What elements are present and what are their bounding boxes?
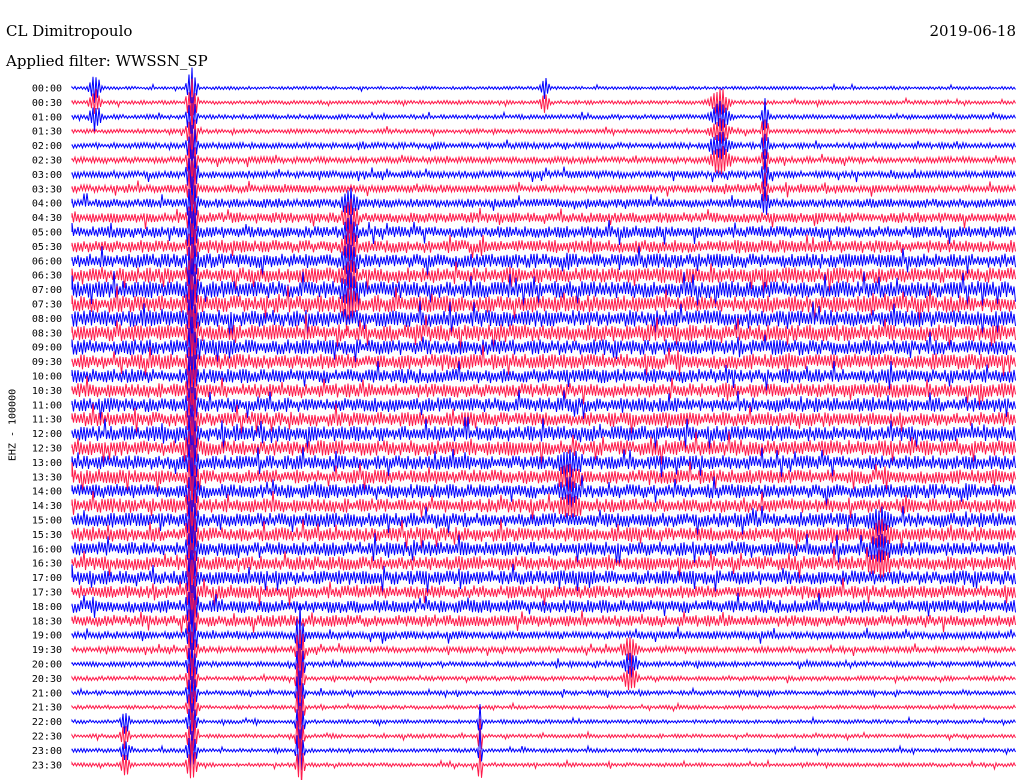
trace-row	[71, 160, 1016, 205]
tick-label: 07:30	[32, 300, 62, 311]
tick-label: 12:00	[32, 429, 62, 440]
tick-label: 23:00	[32, 746, 62, 757]
tick-label: 02:00	[32, 141, 62, 152]
tick-label: 11:00	[32, 400, 62, 411]
tick-label: 09:00	[32, 343, 62, 354]
tick-label: 06:00	[32, 256, 62, 267]
tick-label: 21:00	[32, 688, 62, 699]
tick-label: 17:00	[32, 573, 62, 584]
tick-label: 14:00	[32, 487, 62, 498]
tick-label: 13:00	[32, 458, 62, 469]
tick-label: 06:30	[32, 271, 62, 282]
tick-label: 04:00	[32, 199, 62, 210]
tick-label: 23:30	[32, 760, 62, 771]
tick-label: 18:30	[32, 616, 62, 627]
tick-label: 00:00	[32, 84, 62, 95]
tick-label: 11:30	[32, 415, 62, 426]
tick-label: 16:00	[32, 544, 62, 555]
tick-label: 22:30	[32, 732, 62, 743]
tick-label: 03:00	[32, 170, 62, 181]
tick-label: 20:00	[32, 660, 62, 671]
tick-label: 01:30	[32, 127, 62, 138]
tick-label: 15:30	[32, 530, 62, 541]
tick-label: 08:00	[32, 314, 62, 325]
tick-label: 17:30	[32, 588, 62, 599]
tick-label: 08:30	[32, 328, 62, 339]
tick-label: 03:30	[32, 184, 62, 195]
tick-label: 05:00	[32, 228, 62, 239]
tick-label: 15:00	[32, 516, 62, 527]
tick-label: 16:30	[32, 559, 62, 570]
helicorder-plot: 00:00 00:30 01:00 01:30 02:00 02:30 03:00 03:30…	[32, 67, 1016, 780]
tick-label: 02:30	[32, 156, 62, 167]
tick-label: 04:30	[32, 213, 62, 224]
trace-row	[71, 670, 1016, 713]
tick-label: 12:30	[32, 444, 62, 455]
tick-label: 00:30	[32, 98, 62, 109]
tick-label: 10:00	[32, 372, 62, 383]
tick-label: 19:30	[32, 645, 62, 656]
trace-row	[71, 648, 1016, 699]
trace-row	[71, 435, 1016, 489]
tick-label: 14:30	[32, 501, 62, 512]
tick-label: 22:00	[32, 717, 62, 728]
trace-row	[71, 603, 1016, 661]
tick-label: 09:30	[32, 357, 62, 368]
tick-label: 07:00	[32, 285, 62, 296]
tick-label: 20:30	[32, 674, 62, 685]
tick-label: 19:00	[32, 631, 62, 642]
tick-label: 10:30	[32, 386, 62, 397]
tick-label: 05:30	[32, 242, 62, 253]
tick-label: 18:00	[32, 602, 62, 613]
trace-row	[71, 738, 1016, 780]
tick-label: 13:30	[32, 472, 62, 483]
tick-label: 01:00	[32, 112, 62, 123]
tick-label: 21:30	[32, 703, 62, 714]
